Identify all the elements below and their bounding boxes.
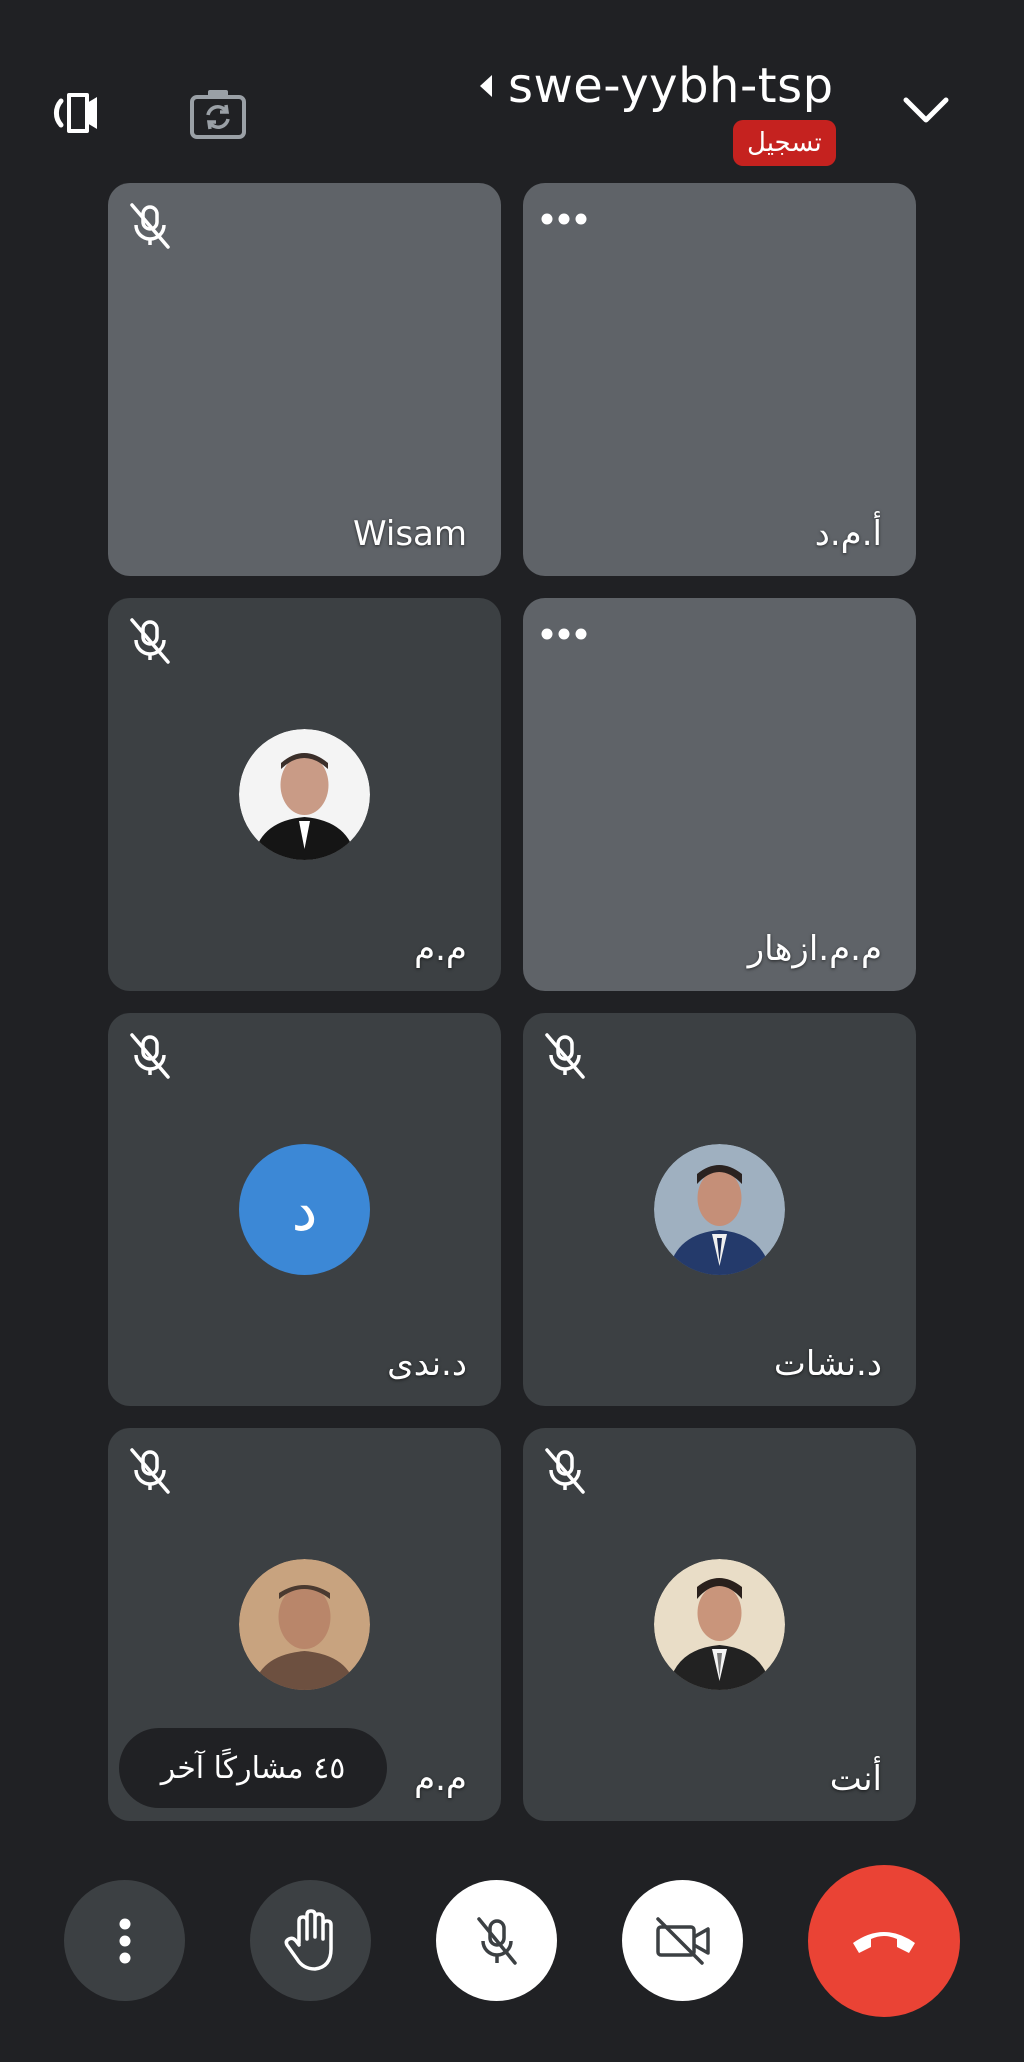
recording-badge: تسجيل [733,120,836,166]
participant-name: د.ندى [387,1344,467,1384]
participant-name: أنت [829,1759,882,1799]
top-bar: swe-yybh-tsp تسجيل [0,0,1024,175]
switch-camera-icon[interactable] [186,82,250,144]
meeting-title[interactable]: swe-yybh-tsp [476,58,834,114]
videocam-off-icon [655,1916,710,1965]
mic-off-icon [545,1033,585,1079]
participant-name: م.م [414,1759,467,1799]
participant-tile[interactable]: Wisam [108,183,501,576]
participant-name: د.نشات [773,1344,882,1384]
other-participants-button[interactable]: ٤٥ مشاركًا آخر [119,1728,387,1808]
microphone-toggle-button[interactable] [436,1880,557,2001]
call-end-icon [853,1932,915,1953]
participant-tile[interactable]: م.م [108,598,501,991]
participant-tile[interactable]: د.نشات [523,1013,916,1406]
mic-off-icon [130,203,170,249]
participant-tile[interactable]: م.م.ازهار [523,598,916,991]
participant-name: Wisam [353,514,467,554]
participant-name: م.م [414,929,467,969]
participant-name: أ.م.د [814,514,882,554]
raise-hand-button[interactable] [250,1880,371,2001]
more-horiz-icon[interactable] [539,209,589,229]
mic-off-icon [130,618,170,664]
avatar [654,1144,785,1275]
speaker-icon[interactable] [46,82,108,144]
more-options-button[interactable] [64,1880,185,2001]
participant-name: م.م.ازهار [747,929,882,969]
caret-left-icon [480,75,492,97]
participant-tile[interactable]: أنت [523,1428,916,1821]
avatar [654,1559,785,1690]
more-horiz-icon[interactable] [539,624,589,644]
participant-tile[interactable]: د د.ندى [108,1013,501,1406]
camera-toggle-button[interactable] [622,1880,743,2001]
mic-off-icon [476,1916,517,1965]
end-call-button[interactable] [808,1865,960,2017]
raise-hand-icon [284,1908,333,1971]
participant-tile[interactable]: أ.م.د [523,183,916,576]
more-vert-icon [119,1918,130,1963]
avatar [239,1559,370,1690]
mic-off-icon [130,1448,170,1494]
mic-off-icon [130,1033,170,1079]
meeting-code: swe-yybh-tsp [508,58,834,114]
mic-off-icon [545,1448,585,1494]
avatar: د [239,1144,370,1275]
chevron-down-icon[interactable] [898,82,954,138]
avatar [239,729,370,860]
